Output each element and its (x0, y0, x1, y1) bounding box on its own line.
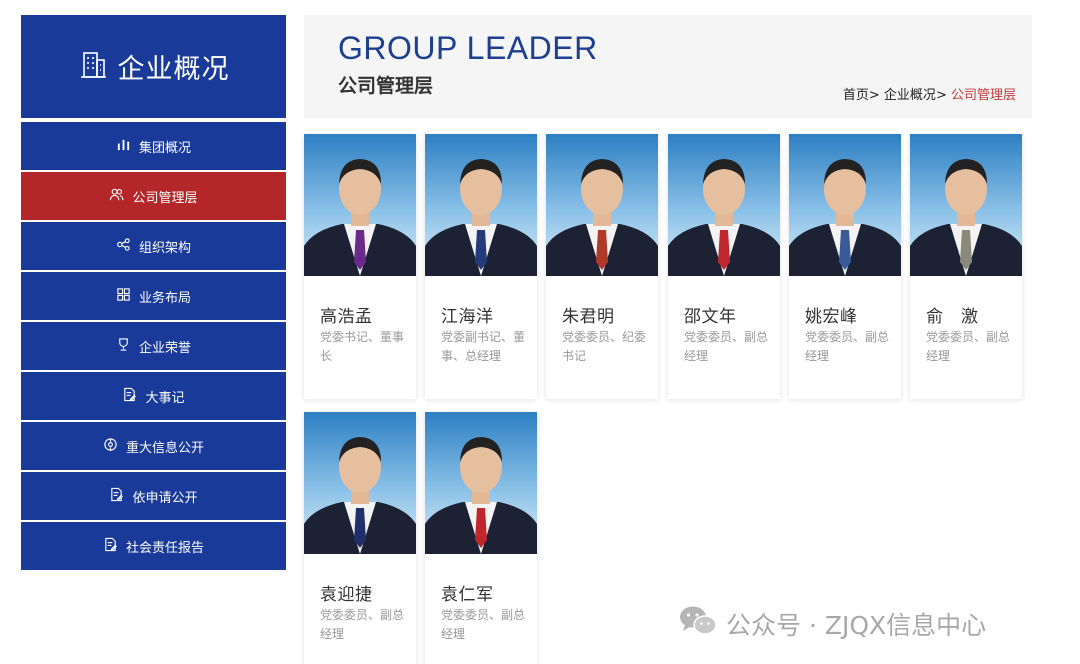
leader-name: 邵文年 (684, 307, 737, 327)
portrait-shape (475, 230, 487, 270)
building-icon (78, 50, 108, 84)
leader-photo (910, 134, 1022, 276)
leader-card[interactable]: 袁仁军 党委委员、副总经理 (425, 412, 537, 664)
sidebar-title: 企业概况 (117, 54, 230, 85)
leader-photo (304, 134, 416, 276)
leader-name: 姚宏峰 (805, 307, 858, 327)
leader-role: 党委委员、副总经理 (805, 330, 890, 363)
leader-photo (425, 134, 537, 276)
leader-card[interactable]: 俞 激 党委委员、副总经理 (910, 134, 1022, 399)
sidebar-item-label: 重大信息公开 (125, 440, 204, 456)
sidebar: 企业概况 集团概况 公司管理层 组织架构 业务布局 企业荣誉 大事记 重大信息公… (21, 15, 286, 572)
sidebar-header: 企业概况 (21, 15, 286, 118)
sidebar-item-csr-report[interactable]: 社会责任报告 (21, 522, 286, 572)
leader-name: 袁迎捷 (320, 585, 373, 605)
sidebar-item-label: 业务布局 (138, 290, 191, 306)
watermark: 公众号 · ZJQX信息中心 (678, 604, 986, 644)
org-structure-icon (116, 237, 131, 256)
sidebar-item-label: 依申请公开 (132, 490, 198, 506)
leader-role: 党委委员、副总经理 (320, 608, 405, 641)
leader-role: 党委委员、副总经理 (926, 330, 1011, 363)
sidebar-item-label: 企业荣誉 (138, 340, 191, 356)
leader-role: 党委委员、纪委书记 (562, 330, 647, 363)
leader-role: 党委副书记、董事、总经理 (441, 330, 526, 363)
sidebar-item-milestones[interactable]: 大事记 (21, 372, 286, 422)
users-icon (109, 187, 124, 206)
leader-photo (668, 134, 780, 276)
sidebar-item-label: 公司管理层 (132, 190, 198, 206)
leader-card[interactable]: 江海洋 党委副书记、董事、总经理 (425, 134, 537, 399)
portrait-shape (718, 230, 730, 270)
leader-name: 江海洋 (441, 307, 494, 327)
page-title: 公司管理层 (338, 75, 434, 97)
leader-role: 党委委员、副总经理 (441, 608, 526, 641)
leader-card[interactable]: 邵文年 党委委员、副总经理 (668, 134, 780, 399)
wechat-icon (678, 604, 718, 644)
leader-card[interactable]: 袁迎捷 党委委员、副总经理 (304, 412, 416, 664)
document-edit-icon (103, 537, 118, 556)
sidebar-item-request-disclosure[interactable]: 依申请公开 (21, 472, 286, 522)
bar-chart-icon (116, 137, 131, 156)
leader-name: 朱君明 (562, 307, 615, 327)
breadcrumb-separator: > (868, 88, 880, 103)
portrait-shape (475, 508, 487, 548)
leader-photo (789, 134, 901, 276)
page-header: GROUP LEADER 公司管理层 首页> 企业概况> 公司管理层 (304, 15, 1032, 118)
portrait-shape (596, 230, 608, 270)
leader-name: 袁仁军 (441, 585, 494, 605)
portrait-shape (960, 230, 972, 270)
leader-card[interactable]: 朱君明 党委委员、纪委书记 (546, 134, 658, 399)
document-edit-icon (109, 487, 124, 506)
sidebar-item-label: 大事记 (145, 390, 185, 406)
breadcrumb-section[interactable]: 企业概况 (884, 88, 936, 103)
sidebar-item-group-overview[interactable]: 集团概况 (21, 122, 286, 172)
document-edit-icon (122, 387, 137, 406)
watermark-text: 公众号 · ZJQX信息中心 (726, 611, 987, 640)
leader-photo (425, 412, 537, 554)
page-title-en: GROUP LEADER (338, 30, 598, 66)
sidebar-item-label: 组织架构 (138, 240, 191, 256)
portrait-shape (839, 230, 851, 270)
sidebar-item-business-layout[interactable]: 业务布局 (21, 272, 286, 322)
sidebar-item-label: 社会责任报告 (125, 540, 204, 556)
info-circle-icon (103, 437, 118, 456)
portrait-shape (354, 508, 366, 548)
sidebar-menu: 集团概况 公司管理层 组织架构 业务布局 企业荣誉 大事记 重大信息公开 依申请… (21, 122, 286, 572)
leader-role: 党委书记、董事长 (320, 330, 405, 363)
breadcrumb-separator: > (935, 88, 947, 103)
leader-card[interactable]: 姚宏峰 党委委员、副总经理 (789, 134, 901, 399)
grid-icon (116, 287, 131, 306)
leader-photo (546, 134, 658, 276)
breadcrumb: 首页> 企业概况> 公司管理层 (843, 84, 1016, 103)
portrait-shape (354, 230, 366, 270)
leader-name: 高浩孟 (320, 307, 373, 327)
leader-photo (304, 412, 416, 554)
breadcrumb-home[interactable]: 首页 (843, 88, 869, 103)
sidebar-item-info-disclosure[interactable]: 重大信息公开 (21, 422, 286, 472)
leader-role: 党委委员、副总经理 (684, 330, 769, 363)
sidebar-item-label: 集团概况 (138, 140, 191, 156)
trophy-icon (116, 337, 131, 356)
leader-card[interactable]: 高浩孟 党委书记、董事长 (304, 134, 416, 399)
sidebar-item-org-structure[interactable]: 组织架构 (21, 222, 286, 272)
leader-name: 俞 激 (926, 307, 979, 327)
breadcrumb-current: 公司管理层 (950, 88, 1016, 103)
sidebar-item-honors[interactable]: 企业荣誉 (21, 322, 286, 372)
sidebar-item-management[interactable]: 公司管理层 (21, 172, 286, 222)
